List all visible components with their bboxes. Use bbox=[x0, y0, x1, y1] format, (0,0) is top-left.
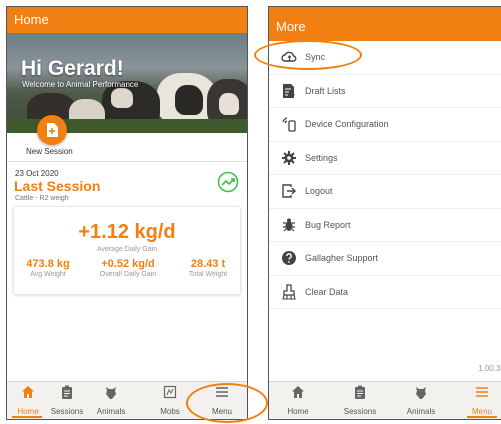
nav-label: Animals bbox=[406, 407, 436, 416]
stat-value: 473.8 kg bbox=[26, 258, 70, 270]
nav-animals[interactable]: Animals bbox=[401, 385, 441, 416]
new-session-label: New Session bbox=[26, 147, 73, 156]
nav-label: Sessions bbox=[50, 407, 84, 416]
last-session-title: Last Session bbox=[14, 178, 101, 194]
cow-photo-shape bbox=[111, 88, 133, 108]
session-date: 23 Oct 2020 bbox=[15, 169, 59, 178]
device-config-icon bbox=[282, 117, 296, 132]
nav-label: Animals bbox=[96, 407, 126, 416]
home-icon bbox=[22, 386, 34, 398]
menu-item-device-configuration[interactable]: Device Configuration bbox=[269, 108, 501, 142]
more-menu-list: Sync Draft Lists Device Configuration Se… bbox=[269, 41, 501, 309]
stat-label: Overall Daily Gain bbox=[99, 271, 157, 278]
average-daily-gain-label: Average Daily Gain bbox=[96, 246, 158, 253]
average-daily-gain-value: +1.12 kg/d bbox=[78, 221, 176, 243]
clipboard-icon bbox=[355, 385, 365, 399]
menu-item-label: Gallagher Support bbox=[305, 253, 379, 264]
section-divider bbox=[7, 161, 247, 162]
home-screen: Home Hi Gerard! Welcome to Animal Perfor… bbox=[6, 6, 248, 420]
menu-item-label: Logout bbox=[305, 186, 333, 197]
clear-data-icon bbox=[282, 284, 296, 300]
gain-summary: +1.12 kg/d Average Daily Gain 473.8 kg A… bbox=[13, 206, 241, 295]
menu-item-label: Device Configuration bbox=[305, 119, 389, 130]
menu-item-label: Bug Report bbox=[305, 219, 351, 230]
new-document-icon bbox=[47, 123, 58, 137]
stat-overall-daily-gain: +0.52 kg/d Overall Daily Gain bbox=[84, 258, 172, 278]
cow-photo-shape bbox=[175, 85, 203, 115]
nav-label: Menu bbox=[471, 407, 492, 416]
nav-home[interactable]: Home bbox=[11, 385, 45, 416]
nav-animals[interactable]: Animals bbox=[91, 385, 131, 416]
draft-list-icon bbox=[283, 83, 295, 98]
highlight-circle-menu bbox=[186, 383, 268, 423]
menu-item-draft-lists[interactable]: Draft Lists bbox=[269, 75, 501, 108]
nav-menu[interactable]: Menu bbox=[465, 385, 499, 416]
menu-item-label: Clear Data bbox=[305, 286, 349, 297]
stat-total-weight: 28.43 t Total Weight bbox=[174, 258, 242, 278]
stat-value: 28.43 t bbox=[190, 258, 226, 270]
app-bar-title: Home bbox=[14, 12, 49, 27]
nav-mobs[interactable]: Mobs bbox=[155, 385, 185, 416]
stat-value: +0.52 kg/d bbox=[101, 258, 155, 270]
help-icon bbox=[282, 251, 296, 266]
stat-label: Total Weight bbox=[188, 271, 228, 278]
home-app-bar: Home bbox=[7, 7, 247, 33]
hamburger-icon bbox=[476, 387, 488, 397]
menu-item-label: Settings bbox=[305, 152, 338, 163]
nav-sessions[interactable]: Sessions bbox=[339, 385, 381, 416]
menu-item-gallagher-support[interactable]: Gallagher Support bbox=[269, 242, 501, 276]
highlight-circle-sync bbox=[254, 40, 362, 70]
cow-head-icon bbox=[416, 387, 426, 399]
gear-icon bbox=[282, 150, 296, 165]
nav-label: Home bbox=[17, 407, 39, 416]
mob-icon bbox=[163, 385, 177, 399]
app-bar-title: More bbox=[276, 19, 306, 34]
greeting-title: Hi Gerard! bbox=[21, 57, 124, 80]
menu-item-clear-data[interactable]: Clear Data bbox=[269, 276, 501, 309]
clipboard-icon bbox=[62, 385, 72, 399]
stat-label: Avg Weight bbox=[30, 271, 66, 278]
more-app-bar: More bbox=[269, 7, 501, 41]
active-tab-indicator bbox=[12, 416, 42, 418]
nav-home[interactable]: Home bbox=[281, 385, 315, 416]
menu-item-label: Draft Lists bbox=[305, 85, 346, 96]
last-session-card[interactable]: 23 Oct 2020 Last Session Cattle - R2 wei… bbox=[11, 165, 243, 295]
home-icon bbox=[292, 386, 304, 398]
cow-head-icon bbox=[106, 387, 116, 399]
menu-item-logout[interactable]: Logout bbox=[269, 175, 501, 209]
new-session-button[interactable] bbox=[37, 115, 67, 145]
logout-icon bbox=[282, 184, 296, 198]
bottom-navigation: Home Sessions Animals Menu bbox=[269, 381, 501, 419]
cow-photo-shape bbox=[219, 93, 239, 115]
menu-item-bug-report[interactable]: Bug Report bbox=[269, 209, 501, 242]
trending-up-icon bbox=[217, 171, 239, 193]
nav-sessions[interactable]: Sessions bbox=[47, 385, 87, 416]
menu-item-settings[interactable]: Settings bbox=[269, 142, 501, 175]
active-tab-indicator bbox=[467, 416, 497, 418]
bug-icon bbox=[283, 218, 295, 232]
welcome-text: Welcome to Animal Performance bbox=[22, 80, 139, 89]
stat-avg-weight: 473.8 kg Avg Weight bbox=[16, 258, 80, 278]
nav-label: Sessions bbox=[343, 407, 377, 416]
nav-label: Mobs bbox=[160, 407, 180, 416]
app-version: 1.00.36 bbox=[478, 364, 501, 373]
session-subtitle: Cattle - R2 weigh bbox=[15, 195, 69, 202]
nav-label: Home bbox=[287, 407, 309, 416]
